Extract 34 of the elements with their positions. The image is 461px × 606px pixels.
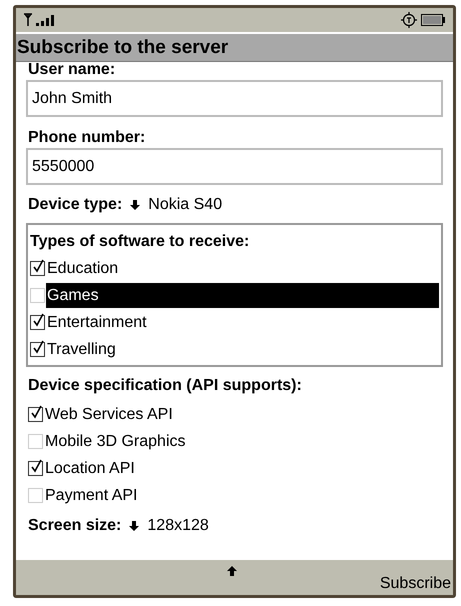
checkmark-icon (31, 340, 46, 355)
checkbox[interactable] (30, 315, 45, 330)
group-label: Types of software to receive: (30, 232, 250, 252)
user-name-field[interactable]: John Smith (26, 80, 443, 117)
field-label: User name: (27, 62, 116, 78)
group-label: Device specification (API supports): (27, 376, 303, 396)
checkmark-icon (31, 259, 46, 274)
option-label[interactable]: Payment API (44, 483, 443, 508)
dropdown-value[interactable]: Nokia S40 (148, 193, 222, 217)
option-label[interactable]: Web Services API (44, 402, 443, 427)
field-label: Screen size: (28, 516, 122, 536)
field-label: Phone number: (27, 128, 146, 148)
checkbox[interactable] (30, 261, 45, 276)
window-title: Subscribe to the server (16, 34, 453, 62)
checkmark-icon (31, 313, 46, 328)
phone-number-field[interactable]: 5550000 (26, 148, 443, 185)
checkbox[interactable] (28, 407, 43, 422)
option-label[interactable]: Mobile 3D Graphics (44, 429, 443, 454)
dropdown-value[interactable]: 128x128 (147, 514, 209, 538)
option-label[interactable]: Entertainment (46, 310, 439, 335)
checkmark-icon (29, 405, 44, 420)
dropdown-arrow-icon (129, 521, 140, 531)
checkmark-icon (29, 459, 44, 474)
subscribe-softkey[interactable]: Subscribe (380, 572, 451, 595)
option-label[interactable]: Travelling (46, 337, 439, 362)
up-arrow-icon[interactable] (227, 566, 237, 576)
field-label: Device type: (28, 195, 122, 215)
option-label[interactable]: Games (46, 283, 439, 308)
checkbox[interactable] (28, 461, 43, 476)
dropdown-arrow-icon (130, 200, 140, 210)
checkbox[interactable] (30, 342, 45, 357)
battery-icon (421, 14, 445, 26)
option-label[interactable]: Education (46, 256, 439, 281)
option-label[interactable]: Location API (44, 456, 443, 481)
